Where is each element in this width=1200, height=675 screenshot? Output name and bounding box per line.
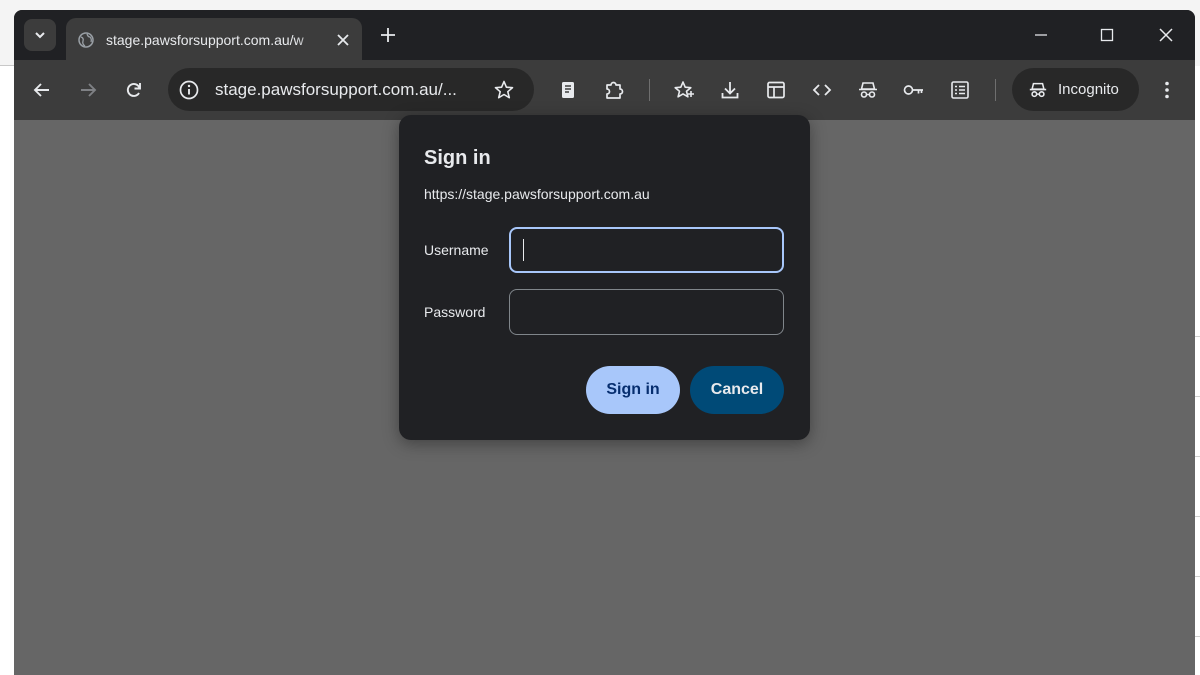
reading-list-button[interactable] [948, 78, 972, 102]
maximize-icon[interactable] [1096, 24, 1118, 46]
reading-mode-icon [562, 82, 574, 98]
tab-title: stage.pawsforsupport.com.au/w [106, 32, 304, 48]
close-icon[interactable] [334, 31, 352, 49]
profile-label: Incognito [1058, 81, 1119, 98]
incognito-icon [859, 82, 877, 98]
forward-button[interactable] [76, 78, 100, 102]
toolbar-divider [649, 79, 650, 101]
toolbar-divider [995, 79, 996, 101]
key-icon [903, 85, 923, 95]
tab-search-button[interactable] [24, 19, 56, 51]
plus-icon[interactable] [378, 25, 398, 45]
download-icon [721, 82, 739, 99]
reading-mode-button[interactable] [556, 78, 580, 102]
extensions-icon [606, 81, 624, 99]
devtools-icon [812, 84, 832, 96]
reload-button[interactable] [122, 78, 146, 102]
menu-button[interactable] [1155, 78, 1179, 102]
forward-icon [81, 83, 97, 97]
devtools-button[interactable] [810, 78, 834, 102]
passwords-button[interactable] [902, 78, 926, 102]
cancel-button[interactable]: Cancel [690, 366, 784, 414]
text-caret [523, 239, 524, 261]
address-bar[interactable]: stage.pawsforsupport.com.au/... [168, 68, 534, 111]
tab-strip: stage.pawsforsupport.com.au/w [14, 10, 1195, 60]
side-panel-button[interactable] [764, 78, 788, 102]
bookmarks-icon [674, 81, 694, 98]
star-icon[interactable] [493, 79, 515, 101]
dialog-title: Sign in [424, 147, 491, 169]
incognito-icon [1029, 82, 1047, 97]
background-window-edge [1195, 280, 1200, 675]
minimize-icon[interactable] [1030, 24, 1052, 46]
back-icon [33, 83, 49, 97]
reload-icon [126, 83, 141, 97]
bookmarks-button[interactable] [672, 78, 696, 102]
sign-in-button[interactable]: Sign in [586, 366, 680, 414]
close-window-icon[interactable] [1155, 24, 1177, 46]
username-field[interactable] [509, 227, 784, 273]
dialog-origin: https://stage.pawsforsupport.com.au [424, 186, 650, 202]
tab-search-icon [35, 32, 45, 39]
browser-toolbar: stage.pawsforsupport.com.au/... Incognit… [14, 60, 1195, 120]
info-icon[interactable] [178, 79, 200, 101]
sign-in-dialog: Sign in https://stage.pawsforsupport.com… [399, 115, 810, 440]
active-tab[interactable]: stage.pawsforsupport.com.au/w [66, 18, 362, 60]
side-panel-icon [767, 81, 785, 99]
extensions-button[interactable] [602, 78, 626, 102]
incognito-menu-button[interactable] [856, 78, 880, 102]
incognito-profile-button[interactable]: Incognito [1012, 68, 1139, 111]
back-button[interactable] [30, 78, 54, 102]
url-text: stage.pawsforsupport.com.au/... [215, 80, 457, 99]
downloads-button[interactable] [718, 78, 742, 102]
password-field[interactable] [509, 289, 784, 335]
reading-list-icon [951, 81, 969, 99]
more-icon [1165, 81, 1169, 99]
username-label: Username [424, 242, 489, 258]
globe-icon [78, 32, 94, 48]
password-label: Password [424, 304, 486, 320]
